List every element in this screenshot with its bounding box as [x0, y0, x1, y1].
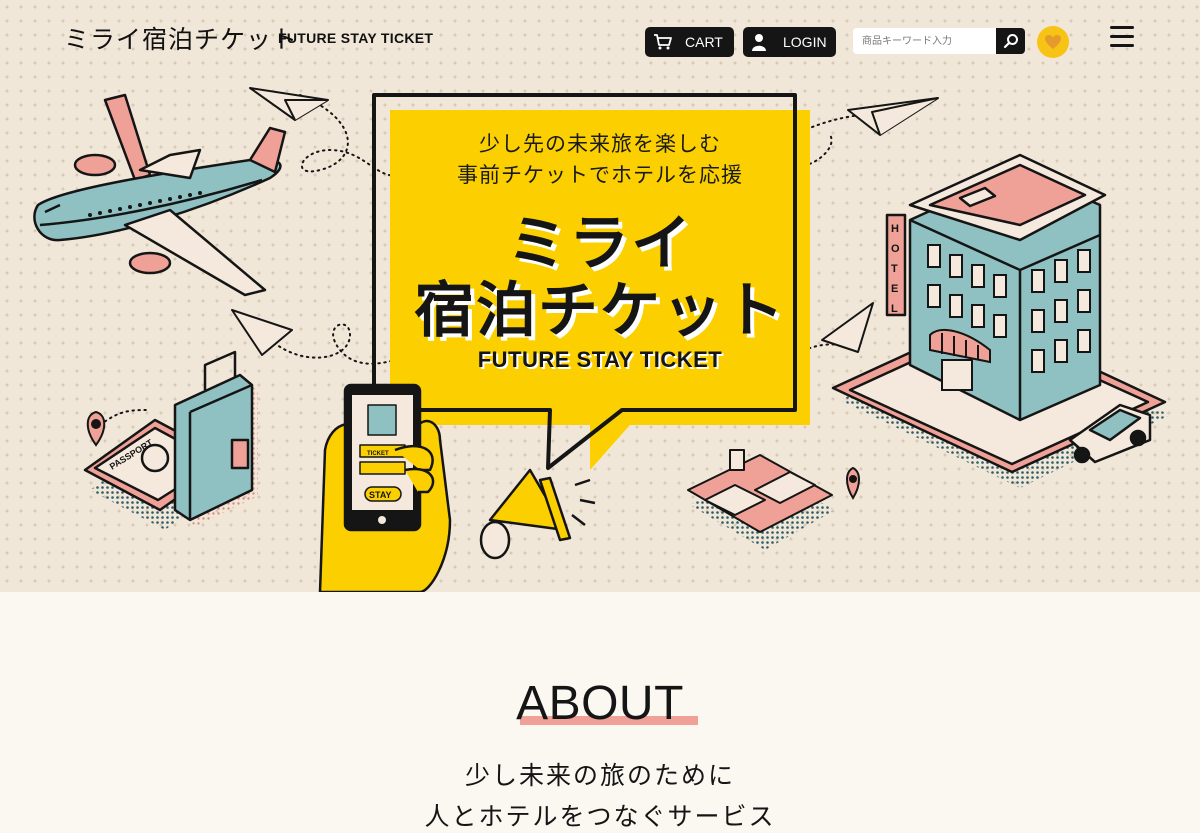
search-icon — [1003, 34, 1018, 49]
heart-icon — [1045, 35, 1061, 49]
search-button[interactable] — [996, 28, 1025, 54]
hamburger-line — [1110, 44, 1134, 47]
site-logo[interactable]: ミライ宿泊チケット — [64, 20, 298, 56]
svg-text:O: O — [891, 243, 900, 255]
hero-title-line2: 宿泊チケット — [414, 276, 786, 346]
about-line-1: 少し未来の旅のために — [464, 761, 735, 790]
site-logo-en[interactable]: FUTURE STAY TICKET — [278, 30, 433, 46]
hero-tagline-2: 事前チケットでホテルを応援 — [457, 163, 743, 187]
favorites-button[interactable] — [1037, 26, 1069, 58]
search-input[interactable] — [853, 28, 995, 54]
cart-label: CART — [685, 34, 723, 50]
svg-text:L: L — [891, 303, 898, 315]
about-line-2: 人とホテルをつなぐサービス — [424, 802, 776, 831]
svg-text:E: E — [891, 283, 898, 295]
cart-icon — [653, 33, 673, 51]
svg-text:T: T — [891, 263, 898, 275]
hero-title-en: FUTURE STAY TICKET — [477, 347, 723, 372]
about-title: ABOUT — [0, 676, 1200, 731]
search-box — [853, 28, 1025, 54]
hotel-sign: H — [891, 223, 899, 235]
hero-tagline-1: 少し先の未来旅を楽しむ — [479, 132, 721, 156]
site-header: ミライ宿泊チケット FUTURE STAY TICKET CART LOGIN — [0, 0, 1200, 80]
paper-plane-icon — [821, 302, 874, 353]
cart-button[interactable]: CART — [645, 27, 734, 57]
hamburger-line — [1110, 35, 1134, 38]
megaphone-icon — [479, 468, 596, 560]
user-icon — [751, 33, 771, 51]
paper-plane-icon — [231, 309, 293, 356]
hamburger-menu-button[interactable] — [1110, 25, 1136, 49]
login-button[interactable]: LOGIN — [743, 27, 836, 57]
hero-section: H O T E L PASSPORT STAY TICKET 少し先の未来旅を楽… — [0, 0, 1200, 592]
phone-ticket-label: TICKET — [367, 451, 389, 457]
login-label: LOGIN — [783, 34, 827, 50]
airplane-icon — [33, 93, 287, 297]
about-title-text: ABOUT — [516, 677, 684, 730]
phone-stay-label: STAY — [369, 490, 392, 500]
hamburger-menu-icon — [1110, 26, 1134, 29]
